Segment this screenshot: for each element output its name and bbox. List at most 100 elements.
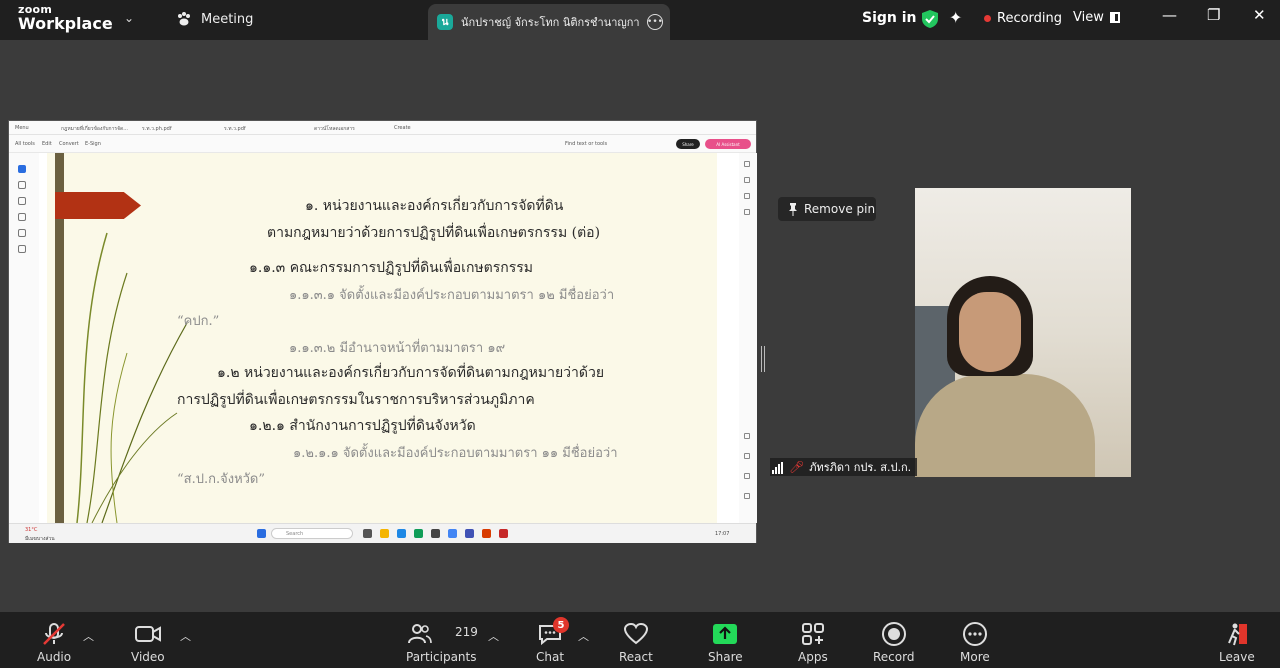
taskbar-search[interactable]: Search	[271, 528, 353, 539]
more-icon[interactable]: •••	[647, 14, 663, 30]
chat-unread-badge: 5	[553, 617, 569, 633]
video-label: Video	[131, 650, 165, 664]
find-text[interactable]: Find text or tools	[565, 141, 607, 147]
view-button[interactable]: View	[1073, 10, 1120, 25]
react-button[interactable]: React	[619, 620, 653, 664]
zoom-tool-icon[interactable]	[744, 453, 750, 459]
leave-button[interactable]: Leave	[1219, 620, 1255, 664]
pdf-share-button[interactable]: Share	[676, 139, 700, 149]
video-options-chevron-icon[interactable]: ︿	[180, 628, 191, 644]
shared-screen[interactable]: Menu กฎหมายที่เกี่ยวข้องกับการจัด... ร.ท…	[8, 120, 757, 543]
participants-count: 219	[455, 625, 478, 639]
tool-item[interactable]: E-Sign	[85, 141, 101, 147]
pdf-tab[interactable]: ร.ท.ว.pdf	[224, 125, 246, 133]
audio-label: Audio	[37, 650, 72, 664]
participants-options-chevron-icon[interactable]: ︿	[488, 628, 499, 644]
recording-indicator[interactable]: Recording	[984, 11, 1062, 26]
maximize-icon[interactable]: ❐	[1207, 6, 1220, 24]
side-tool-icon[interactable]	[744, 209, 750, 215]
tool-item[interactable]: All tools	[15, 141, 35, 147]
text-icon[interactable]	[18, 229, 26, 237]
shape-icon[interactable]	[18, 213, 26, 221]
slide-line: “ส.ป.ก.จังหวัด”	[177, 472, 266, 487]
pdf-tab[interactable]: ดาวน์โหลดเอกสาร	[314, 125, 355, 133]
record-icon	[881, 622, 906, 646]
video-person-face	[959, 292, 1021, 372]
side-tool-icon[interactable]	[744, 177, 750, 183]
video-button[interactable]: Video	[131, 620, 165, 664]
weather-desc: มีเมฆบางส่วน	[25, 536, 55, 542]
apps-icon	[801, 623, 824, 645]
sparkle-icon[interactable]: ✦	[949, 8, 962, 27]
leave-icon	[1227, 623, 1247, 646]
slide-heading-1: ๑. หน่วยงานและองค์กรเกี่ยวกับการจัดที่ดิ…	[305, 198, 564, 214]
view-layout-icon	[1109, 12, 1120, 23]
pdf-left-rail	[9, 153, 39, 523]
comment-icon[interactable]	[18, 181, 26, 189]
tool-item[interactable]: Edit	[42, 141, 52, 147]
participant-name-label: 🎤︎ ภัทรภิดา กปร. ส.ป.ก.	[770, 458, 918, 476]
taskview-icon[interactable]	[363, 529, 372, 538]
pen-icon[interactable]	[18, 197, 26, 205]
remove-pin-button[interactable]: Remove pin	[778, 197, 876, 221]
pdf-tab[interactable]: ร.ท.ว.ph.pdf	[142, 125, 172, 133]
sign-in-button[interactable]: Sign in	[862, 10, 917, 26]
zoom-tool-icon[interactable]	[744, 493, 750, 499]
recording-label: Recording	[997, 11, 1063, 26]
windows-taskbar: 31°C มีเมฆบางส่วน Search 17:07	[9, 523, 756, 543]
app-icon[interactable]	[448, 529, 457, 538]
minimize-icon[interactable]: —	[1162, 6, 1177, 24]
meeting-toolbar: Audio ︿ Video ︿ Participants ︿ Chat ︿ Re…	[0, 612, 1280, 668]
audio-options-chevron-icon[interactable]: ︿	[83, 628, 94, 644]
stamp-icon[interactable]	[18, 245, 26, 253]
chrome-icon[interactable]	[414, 529, 423, 538]
presentation-slide: ๑. หน่วยงานและองค์กรเกี่ยวกับการจัดที่ดิ…	[47, 153, 717, 523]
participants-label: Participants	[406, 650, 477, 664]
menu-item[interactable]: Menu	[15, 125, 29, 131]
ai-assistant-button[interactable]: AI Assistant	[705, 139, 751, 149]
app-icon[interactable]	[465, 529, 474, 538]
tool-item[interactable]: Convert	[59, 141, 79, 147]
more-button[interactable]: More	[960, 620, 990, 664]
create-button[interactable]: Create	[394, 125, 411, 131]
participant-video[interactable]	[915, 188, 1131, 477]
chevron-down-icon[interactable]: ⌄	[124, 11, 134, 25]
audio-button[interactable]: Audio	[37, 620, 71, 664]
zoom-tool-icon[interactable]	[744, 433, 750, 439]
muted-mic-icon: 🎤︎	[789, 460, 805, 474]
meeting-tab[interactable]: Meeting	[176, 11, 253, 27]
slide-line: ๑.๒.๑ สำนักงานการปฏิรูปที่ดินจังหวัด	[249, 418, 476, 434]
side-tool-icon[interactable]	[744, 193, 750, 199]
taskbar-clock: 17:07	[715, 531, 730, 537]
windows-start-icon[interactable]	[257, 529, 266, 538]
more-label: More	[960, 650, 990, 664]
pdf-tab[interactable]: กฎหมายที่เกี่ยวข้องกับการจัด...	[61, 125, 128, 133]
slide-line: “คปก.”	[177, 314, 220, 329]
slide-line: ๑.๒.๑.๑ จัดตั้งและมีองค์ประกอบตามมาตรา ๑…	[293, 446, 618, 461]
pdf-toolbar: All tools Edit Convert E-Sign Find text …	[9, 135, 756, 153]
shield-check-icon[interactable]	[921, 9, 939, 29]
zoom-logo: zoom Workplace	[18, 4, 113, 32]
leave-label: Leave	[1219, 650, 1255, 664]
acrobat-icon[interactable]	[499, 529, 508, 538]
chat-options-chevron-icon[interactable]: ︿	[578, 628, 589, 644]
share-screen-button[interactable]: Share	[708, 620, 743, 664]
mic-muted-icon	[43, 623, 65, 645]
close-icon[interactable]: ✕	[1253, 6, 1266, 24]
active-speaker-tab[interactable]: น นักปราชญ์ จักระโทก นิติกรชำนาญการ •••	[428, 4, 670, 40]
panel-splitter[interactable]	[761, 346, 765, 372]
slide-line: ๑.๑.๓.๒ มีอำนาจหน้าที่ตามมาตรา ๑๙	[289, 341, 506, 356]
side-tool-icon[interactable]	[744, 161, 750, 167]
chat-label: Chat	[536, 650, 565, 664]
explorer-icon[interactable]	[380, 529, 389, 538]
participant-name: ภัทรภิดา กปร. ส.ป.ก.	[809, 461, 912, 474]
pin-icon	[789, 203, 797, 216]
cursor-icon[interactable]	[18, 165, 26, 173]
powerpoint-icon[interactable]	[482, 529, 491, 538]
record-button[interactable]: Record	[873, 620, 914, 664]
apps-button[interactable]: Apps	[798, 620, 828, 664]
app-icon[interactable]	[431, 529, 440, 538]
zoom-tool-icon[interactable]	[744, 473, 750, 479]
apps-label: Apps	[798, 650, 828, 664]
edge-icon[interactable]	[397, 529, 406, 538]
